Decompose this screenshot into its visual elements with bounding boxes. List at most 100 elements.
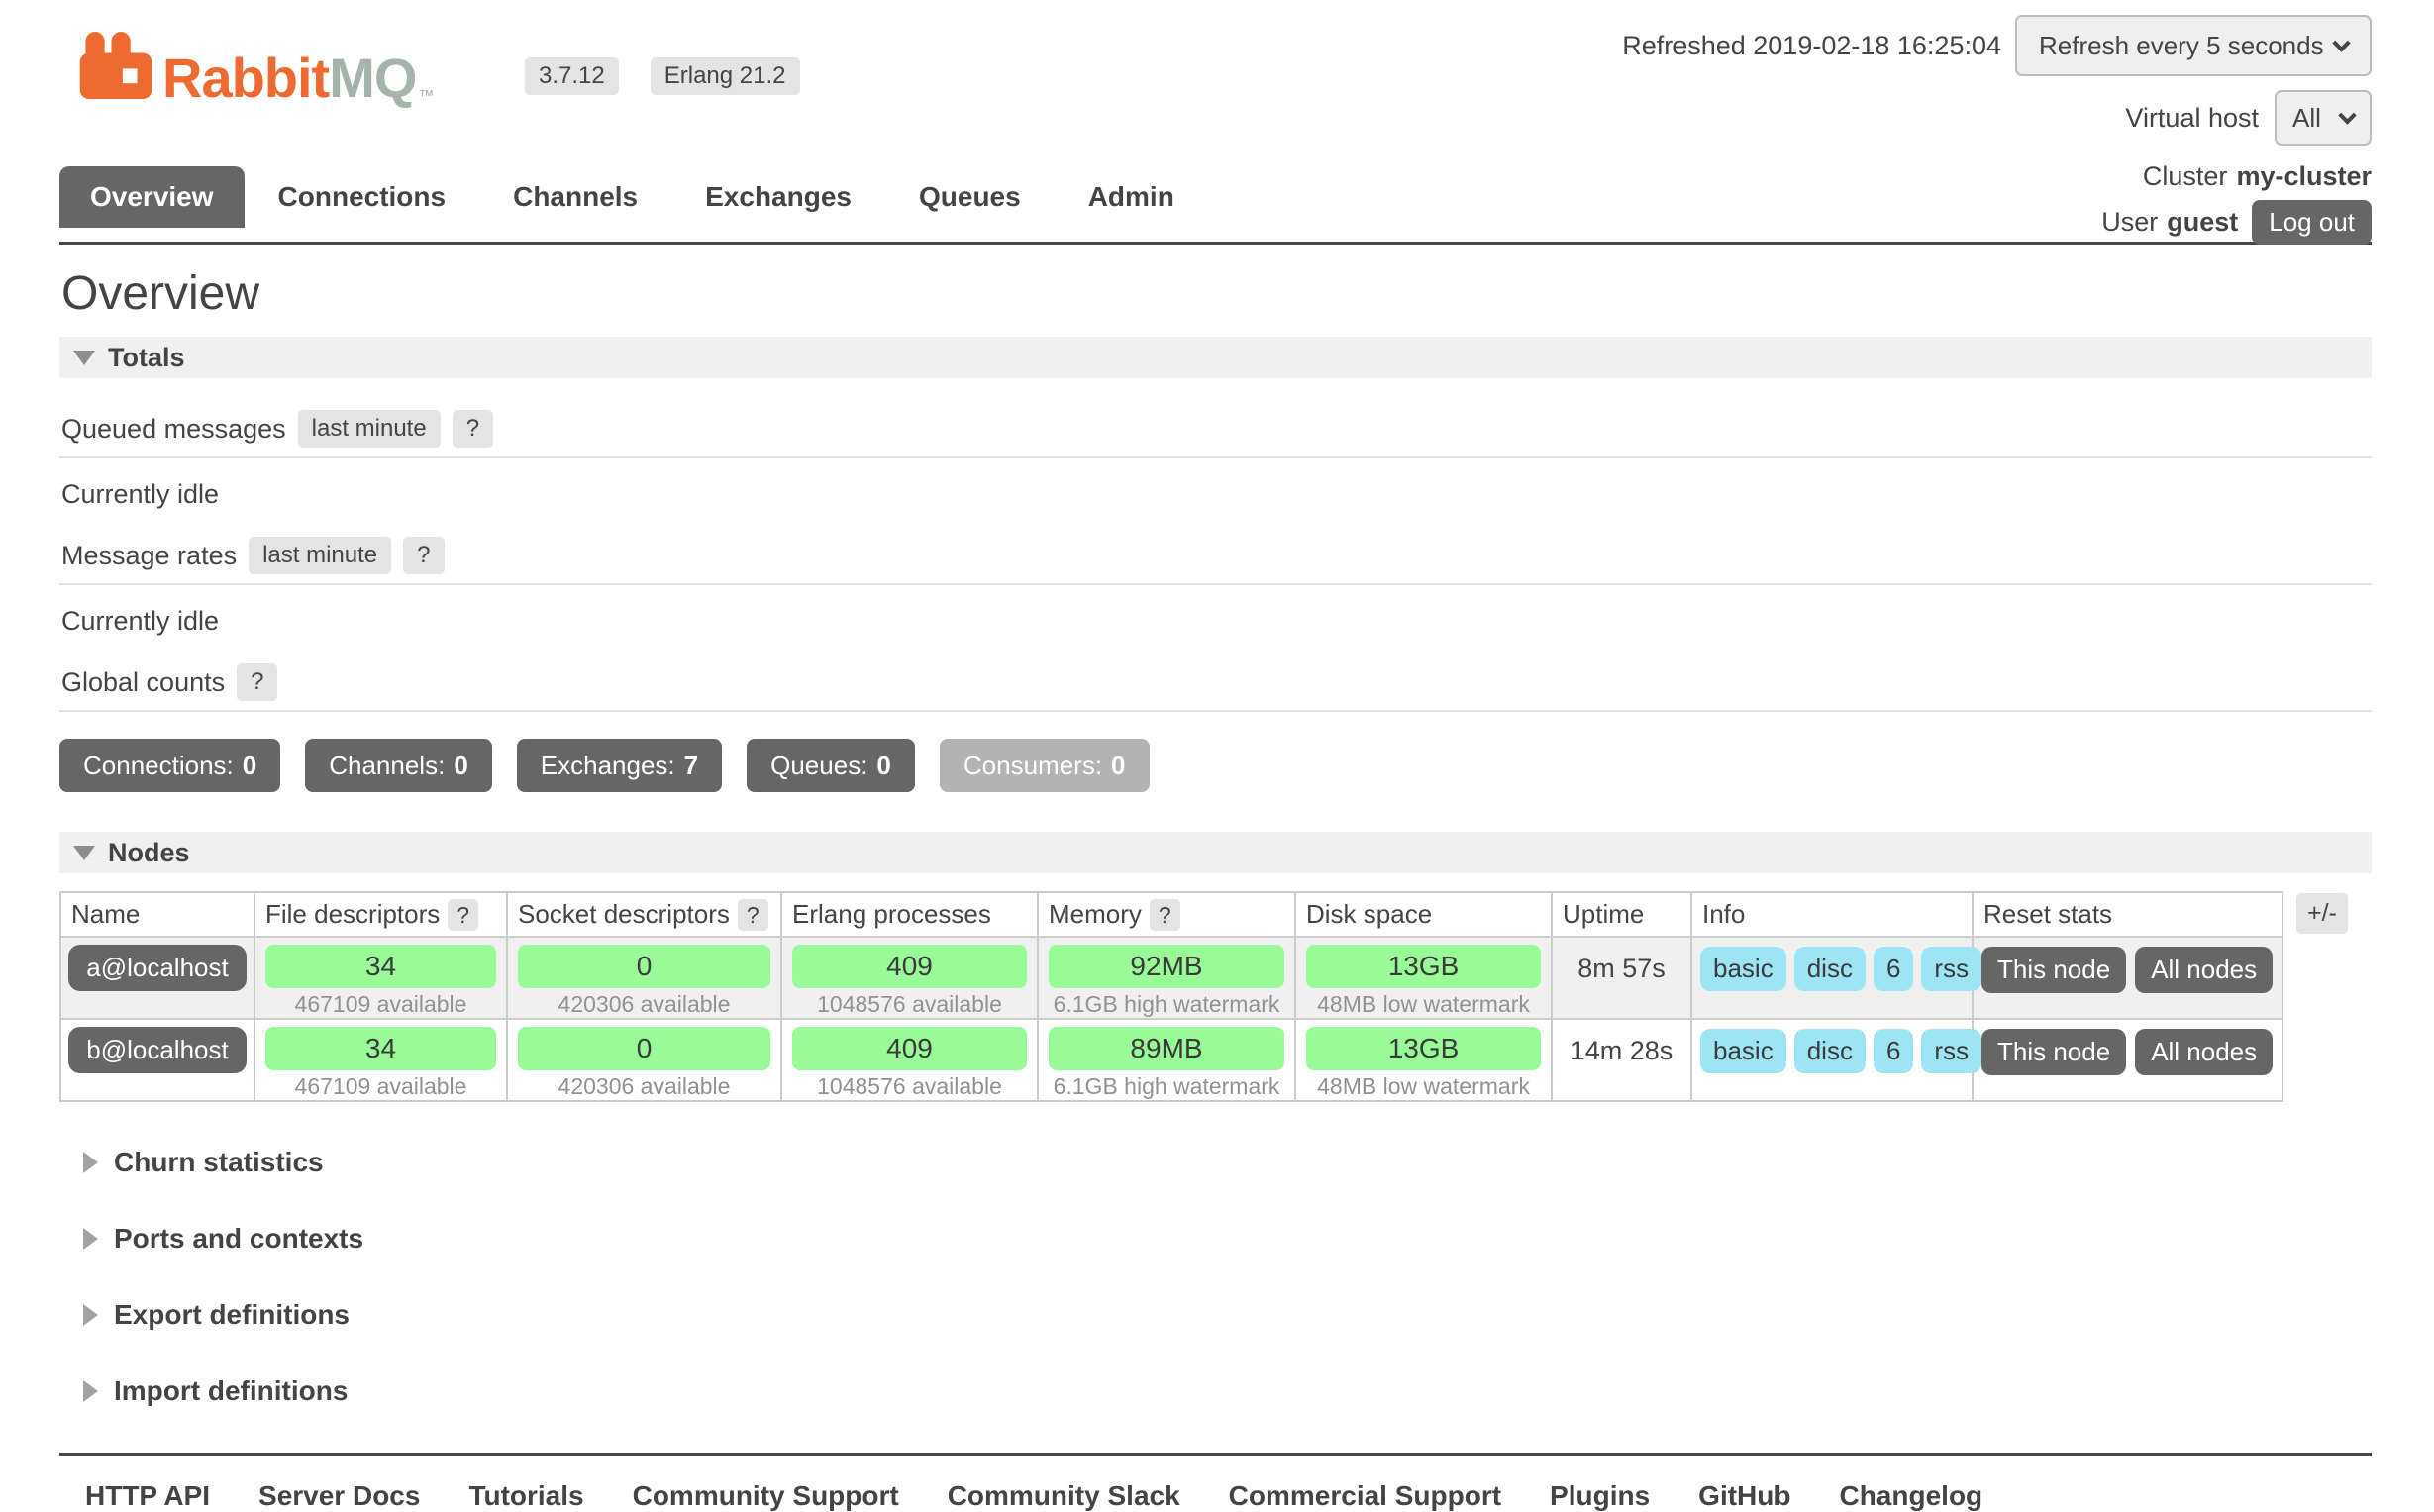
logout-button[interactable]: Log out [2252,200,2372,245]
footer-link-server-docs[interactable]: Server Docs [258,1480,420,1512]
sd-help-icon[interactable]: ? [738,899,768,931]
version-badge: 3.7.12 [525,57,619,95]
queued-messages-label: Queued messages [61,414,286,445]
queued-help-icon[interactable]: ? [453,410,493,448]
column-toggle-badge[interactable]: +/- [2296,893,2348,934]
connections-count-button[interactable]: Connections:0 [59,739,280,792]
section-import-definitions[interactable]: Import definitions [83,1375,2372,1407]
user-label: User [2101,207,2158,238]
metric-sub: 1048576 available [782,991,1037,1018]
footer: HTTP API Server Docs Tutorials Community… [85,1480,2372,1512]
divider [59,583,2372,585]
memory-cell: 92MB6.1GB high watermark [1038,937,1295,1019]
triangle-right-icon [83,1152,98,1173]
this-node-button[interactable]: This node [1981,1029,2126,1075]
reset-cell: This nodeAll nodes [1973,1019,2282,1101]
memory-help-icon[interactable]: ? [1150,899,1180,931]
node-name-badge[interactable]: a@localhost [68,945,247,991]
section-export-definitions[interactable]: Export definitions [83,1299,2372,1331]
info-badge: basic [1700,947,1786,991]
footer-link-github[interactable]: GitHub [1698,1480,1790,1512]
cluster-label: Cluster [2143,161,2228,192]
metric-value: 409 [792,1027,1027,1070]
this-node-button[interactable]: This node [1981,947,2126,993]
metric-value: 409 [792,945,1027,988]
metric-value: 0 [518,1027,770,1070]
rates-help-icon[interactable]: ? [403,537,444,574]
info-badge: 6 [1874,947,1913,991]
sd-cell: 0 420306 available [507,1019,781,1101]
disk-cell: 13GB 48MB low watermark [1295,937,1552,1019]
trademark-symbol: ™ [418,88,434,106]
col-disk-space: Disk space [1295,892,1552,937]
all-nodes-button[interactable]: All nodes [2135,947,2273,993]
footer-link-http-api[interactable]: HTTP API [85,1480,210,1512]
col-reset-stats: Reset stats [1973,892,2282,937]
section-ports-and-contexts[interactable]: Ports and contexts [83,1223,2372,1255]
user-name: guest [2167,207,2238,238]
section-nodes-header[interactable]: Nodes [59,832,2372,873]
main-nav: Overview Connections Channels Exchanges … [59,166,1208,228]
metric-sub: 1048576 available [782,1073,1037,1100]
queues-count-button[interactable]: Queues:0 [747,739,915,792]
metric-value: 89MB [1049,1027,1284,1070]
chevron-down-icon [2338,106,2356,124]
col-uptime: Uptime [1552,892,1691,937]
tab-exchanges[interactable]: Exchanges [671,166,885,228]
table-header-row: Name File descriptors? Socket descriptor… [60,892,2282,937]
metric-sub: 48MB low watermark [1296,991,1551,1018]
info-badge: basic [1700,1029,1786,1073]
section-churn-statistics[interactable]: Churn statistics [83,1147,2372,1178]
footer-link-commercial-support[interactable]: Commercial Support [1229,1480,1501,1512]
global-counts-label: Global counts [61,667,225,698]
footer-link-community-support[interactable]: Community Support [633,1480,899,1512]
uptime-cell: 14m 28s [1552,1019,1691,1101]
consumers-count-button: Consumers:0 [940,739,1150,792]
nodes-table: Name File descriptors? Socket descriptor… [59,891,2283,1102]
node-row-b: b@localhost 34467109 available 0420306 a… [60,1019,2282,1101]
triangle-down-icon [73,846,95,860]
metric-value: 34 [265,1027,496,1070]
footer-link-changelog[interactable]: Changelog [1839,1480,1982,1512]
node-row-a: a@localhost 34467109 available 0420306 a… [60,937,2282,1019]
info-badge: disc [1794,947,1866,991]
channels-count-button[interactable]: Channels:0 [305,739,492,792]
metric-sub: 420306 available [508,1073,780,1100]
tab-overview[interactable]: Overview [59,166,245,228]
col-name: Name [60,892,254,937]
triangle-right-icon [83,1380,98,1402]
virtual-host-label: Virtual host [2125,103,2259,134]
fd-help-icon[interactable]: ? [448,899,478,931]
footer-link-plugins[interactable]: Plugins [1550,1480,1650,1512]
metric-value: 92MB [1049,945,1284,988]
triangle-right-icon [83,1304,98,1326]
refresh-interval-select[interactable]: Refresh every 5 seconds [2015,15,2372,76]
metric-value: 13GB [1306,945,1541,988]
tab-queues[interactable]: Queues [885,166,1055,228]
proc-cell: 409 1048576 available [781,937,1038,1019]
section-totals-header[interactable]: Totals [59,337,2372,378]
divider [59,710,2372,712]
col-file-descriptors: File descriptors? [254,892,507,937]
memory-cell: 89MB6.1GB high watermark [1038,1019,1295,1101]
global-counts-help-icon[interactable]: ? [237,663,277,701]
queued-idle-text: Currently idle [61,479,2372,510]
col-memory: Memory? [1038,892,1295,937]
tab-connections[interactable]: Connections [245,166,480,228]
rabbitmq-logo[interactable]: RabbitMQ ™ [79,32,434,106]
rates-idle-text: Currently idle [61,606,2372,637]
tab-channels[interactable]: Channels [479,166,671,228]
exchanges-count-button[interactable]: Exchanges:7 [517,739,722,792]
reset-cell: This nodeAll nodes [1973,937,2282,1019]
footer-link-tutorials[interactable]: Tutorials [468,1480,583,1512]
rates-period-badge[interactable]: last minute [249,537,391,574]
brand-wordmark: RabbitMQ [162,50,416,106]
tab-admin[interactable]: Admin [1055,166,1208,228]
all-nodes-button[interactable]: All nodes [2135,1029,2273,1075]
sd-cell: 0420306 available [507,937,781,1019]
footer-link-community-slack[interactable]: Community Slack [948,1480,1180,1512]
triangle-down-icon [73,351,95,365]
virtual-host-select[interactable]: All [2275,90,2372,146]
queued-period-badge[interactable]: last minute [298,410,441,448]
node-name-badge[interactable]: b@localhost [68,1027,247,1073]
